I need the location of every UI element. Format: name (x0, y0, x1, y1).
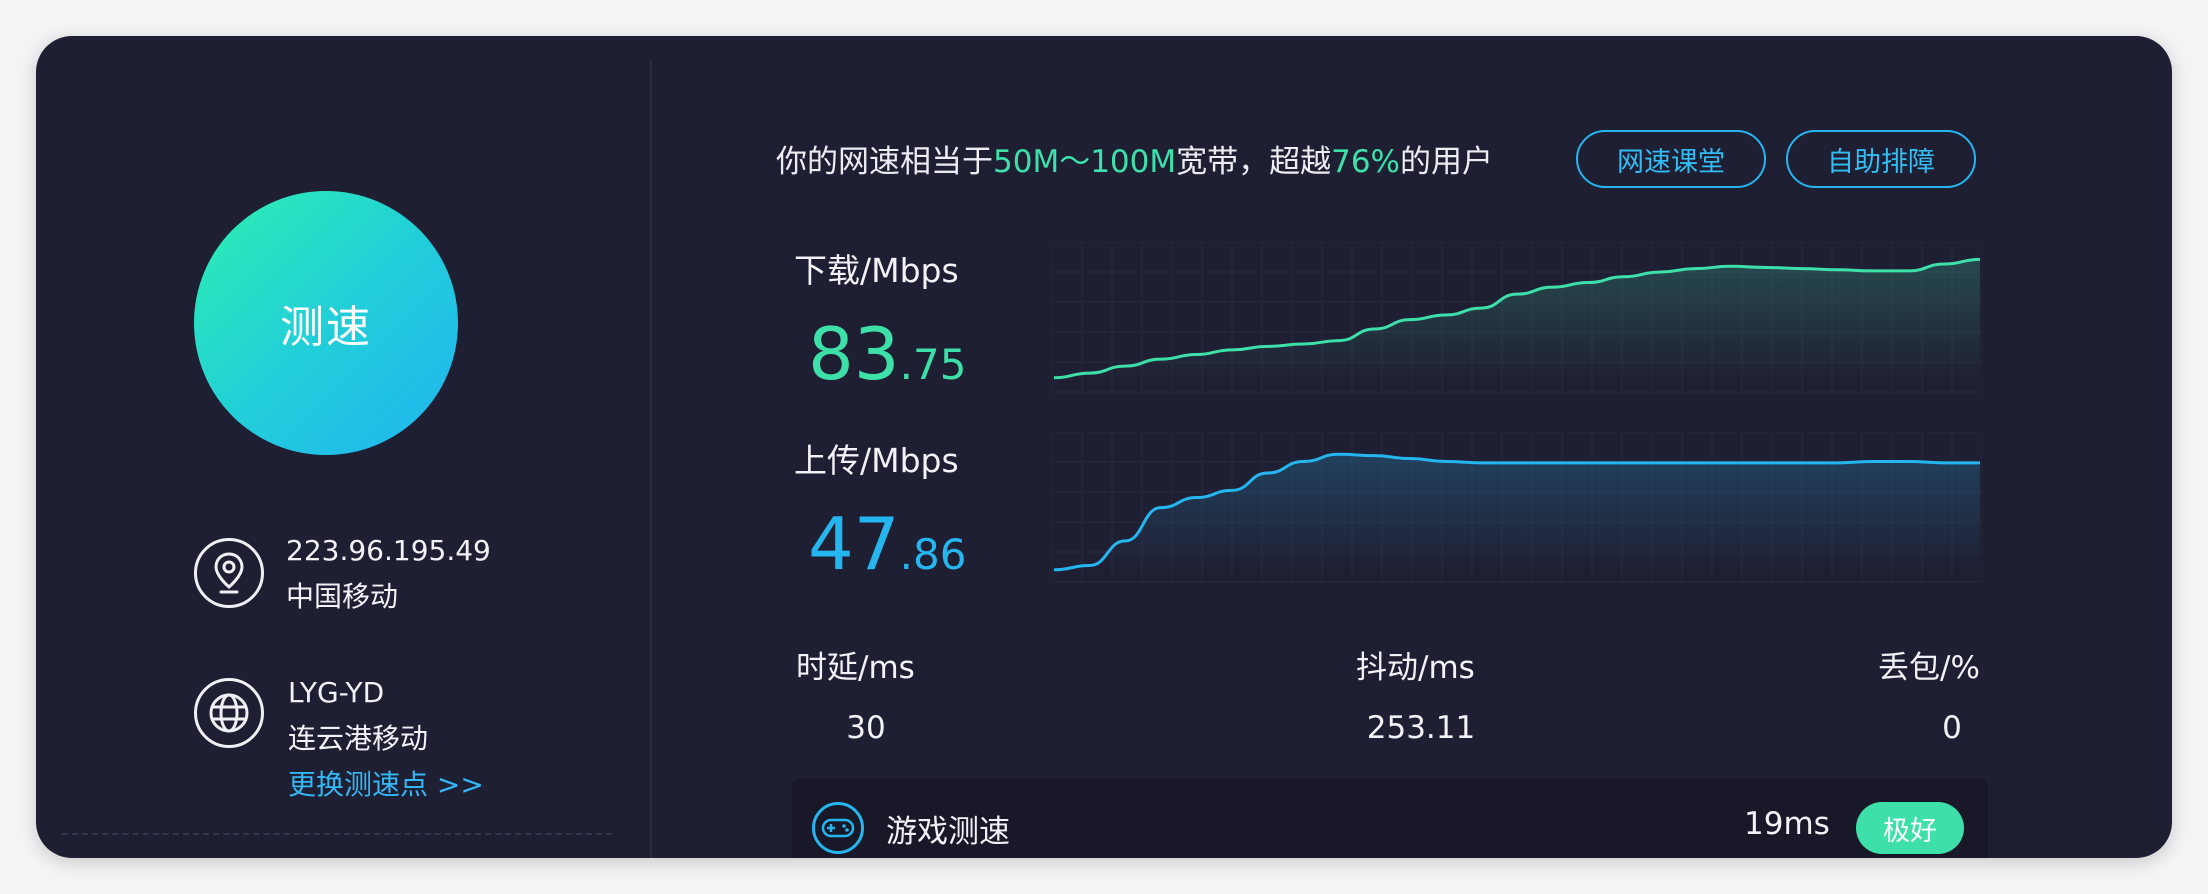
start-speedtest-button[interactable]: 测速 (194, 191, 458, 455)
upload-value-int: 47 (808, 502, 900, 586)
start-speedtest-label: 测速 (280, 302, 372, 353)
client-isp: 中国移动 (286, 580, 399, 613)
summary-percent: 76% (1331, 144, 1401, 180)
game-speedtest-bar[interactable]: 游戏测速 19ms 极好 (792, 778, 1988, 858)
upload-label: 上传/Mbps (794, 441, 959, 480)
client-info: 223.96.195.49 中国移动 (286, 528, 491, 620)
gamepad-icon (812, 802, 864, 854)
location-pin-icon (194, 538, 264, 608)
summary-suffix: 的用户 (1400, 144, 1494, 180)
game-latency: 19ms (1744, 806, 1830, 842)
game-speedtest-label: 游戏测速 (886, 814, 1010, 850)
download-trend-chart (1052, 242, 1982, 393)
change-server-link[interactable]: 更换测速点 >> (288, 762, 484, 808)
client-ip: 223.96.195.49 (286, 534, 491, 567)
summary-bandwidth: 50M～100M (993, 144, 1177, 180)
server-code: LYG-YD (288, 676, 385, 709)
server-info: LYG-YD 连云港移动 更换测速点 >> (288, 670, 484, 808)
self-troubleshoot-button[interactable]: 自助排障 (1786, 130, 1976, 188)
download-value-int: 83 (808, 312, 900, 396)
game-rating-badge: 极好 (1856, 802, 1964, 854)
upload-trend-chart (1052, 432, 1982, 583)
download-value: 83.75 (808, 318, 966, 401)
left-panel-dashed-divider (62, 833, 612, 835)
upload-value: 47.86 (808, 508, 966, 591)
speed-class-button[interactable]: 网速课堂 (1576, 130, 1766, 188)
trend-area (1054, 454, 1980, 572)
upload-value-dec: .86 (899, 530, 967, 579)
latency-label: 时延/ms (796, 650, 915, 686)
download-value-dec: .75 (899, 340, 967, 389)
speed-summary: 你的网速相当于50M～100M宽带，超越76%的用户 (776, 136, 1493, 181)
globe-icon (194, 678, 264, 748)
latency-value: 30 (846, 710, 886, 746)
summary-middle: 宽带，超越 (1176, 144, 1332, 180)
panel-divider (650, 60, 652, 858)
jitter-label: 抖动/ms (1356, 650, 1475, 686)
jitter-value: 253.11 (1366, 710, 1476, 746)
packet-loss-value: 0 (1942, 710, 1962, 746)
trend-area (1054, 259, 1980, 382)
server-name: 连云港移动 (288, 722, 429, 755)
packet-loss-label: 丢包/% (1878, 650, 1980, 686)
download-label: 下载/Mbps (794, 251, 959, 290)
speedtest-result-card: 测速 223.96.195.49 中国移动 LYG-YD 连云港移动 更换测速点… (36, 36, 2172, 858)
summary-prefix: 你的网速相当于 (776, 144, 993, 180)
